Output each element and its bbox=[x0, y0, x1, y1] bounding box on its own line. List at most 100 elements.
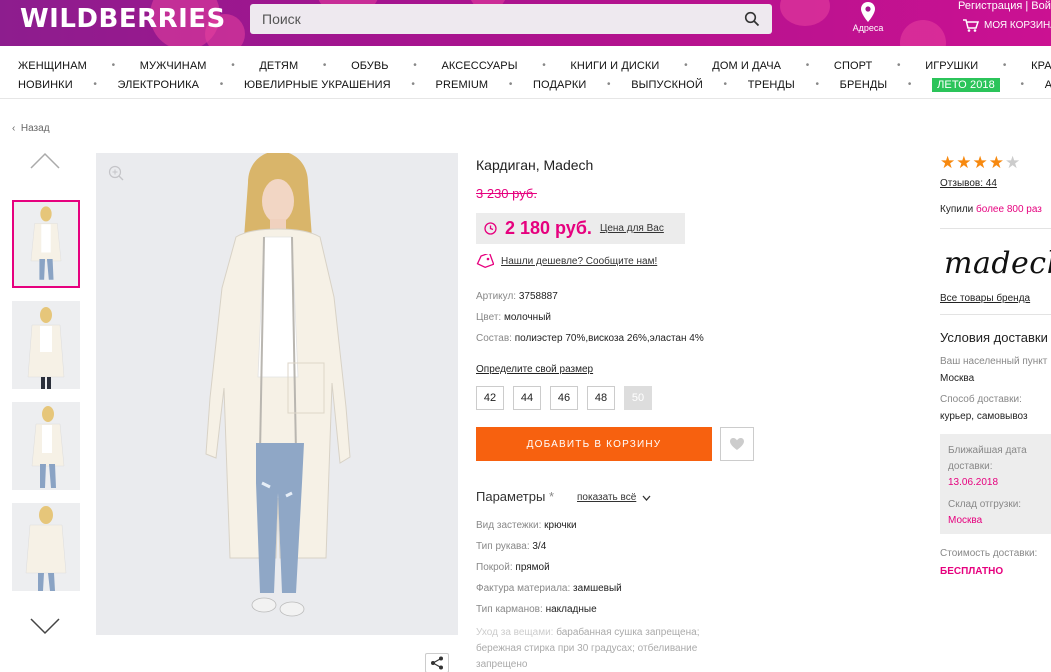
param-key: Вид застежки: bbox=[476, 520, 542, 531]
spec-value: полиэстер 70%,вискоза 26%,эластан 4% bbox=[514, 333, 704, 344]
nav-item[interactable]: ЛЕТО 2018 bbox=[932, 77, 1000, 92]
brand-logo[interactable]: madech bbox=[944, 246, 1051, 281]
params-asterisk: * bbox=[548, 489, 554, 504]
nav-item[interactable]: АКЦИ bbox=[1045, 79, 1051, 91]
site-logo[interactable]: WILDBERRIES bbox=[20, 4, 226, 34]
size-option[interactable]: 48 bbox=[587, 386, 615, 410]
tag-icon bbox=[476, 254, 494, 268]
spec-value: 3758887 bbox=[518, 291, 558, 302]
back-link[interactable]: ‹ Назад bbox=[12, 123, 50, 134]
size-option[interactable]: 46 bbox=[550, 386, 578, 410]
heart-icon bbox=[730, 438, 744, 450]
nav-item[interactable]: КНИГИ И ДИСКИ bbox=[570, 60, 659, 72]
search-input[interactable] bbox=[262, 11, 732, 27]
price-box: 2 180 руб. Цена для Вас bbox=[476, 213, 685, 244]
size-option[interactable]: 42 bbox=[476, 386, 504, 410]
nav-item[interactable]: НОВИНКИ bbox=[18, 79, 73, 91]
nav-item[interactable]: ДОМ И ДАЧА bbox=[712, 60, 781, 72]
warehouse-value: Москва bbox=[948, 515, 983, 526]
found-cheaper-label: Нашли дешевле? Сообщите нам! bbox=[501, 255, 658, 267]
address-label: Адреса bbox=[852, 23, 884, 33]
nav-row-secondary: НОВИНКИ • ЭЛЕКТРОНИКА • ЮВЕЛИРНЫЕ УКРАШЕНИЯ •… bbox=[0, 75, 1051, 94]
spec-article: Артикул: 3758887 bbox=[476, 291, 558, 302]
spec-key: Состав: bbox=[476, 333, 512, 344]
param-value: замшевый bbox=[573, 583, 622, 594]
clock-icon bbox=[484, 222, 497, 235]
bought-link[interactable]: более 800 раз bbox=[976, 204, 1042, 215]
thumbnail-4[interactable] bbox=[12, 503, 80, 591]
rating-stars: ★ ★ ★ ★ ★ bbox=[940, 154, 1020, 172]
header-decoration bbox=[780, 0, 830, 26]
nav-separator: • bbox=[815, 79, 819, 90]
nav-separator: • bbox=[111, 60, 116, 71]
nav-separator: • bbox=[93, 79, 97, 90]
nav-separator: • bbox=[897, 60, 901, 71]
locality-value[interactable]: Москва bbox=[940, 373, 974, 384]
star-filled-icon: ★ bbox=[972, 153, 988, 172]
nav-item[interactable]: ЮВЕЛИРНЫЕ УКРАШЕНИЯ bbox=[244, 79, 391, 91]
size-guide-link[interactable]: Определите свой размер bbox=[476, 364, 593, 375]
params-heading: Параметры * bbox=[476, 489, 554, 504]
search-icon[interactable] bbox=[744, 11, 760, 27]
thumbnails-down-arrow-icon[interactable] bbox=[30, 617, 60, 637]
location-pin-icon bbox=[861, 2, 875, 22]
nav-item[interactable]: ТРЕНДЫ bbox=[748, 79, 795, 91]
favorite-button[interactable] bbox=[720, 427, 754, 461]
nav-item[interactable]: КРАСОТ bbox=[1031, 60, 1051, 72]
care-instructions: Уход за вещами: барабанная сушка запреще… bbox=[476, 625, 726, 672]
thumbnail-image bbox=[12, 402, 80, 490]
divider bbox=[940, 314, 1051, 315]
show-all-params-link[interactable]: показать всё bbox=[577, 492, 651, 503]
add-to-cart-button[interactable]: ДОБАВИТЬ В КОРЗИНУ bbox=[476, 427, 712, 461]
param-value: прямой bbox=[515, 562, 550, 573]
nav-item[interactable]: ЭЛЕКТРОНИКА bbox=[118, 79, 200, 91]
nav-item[interactable]: PREMIUM bbox=[436, 79, 489, 91]
param-key: Тип рукава: bbox=[476, 541, 530, 552]
thumbnail-2[interactable] bbox=[12, 301, 80, 389]
cart-label: МОЯ КОРЗИНА bbox=[984, 20, 1051, 31]
nav-item[interactable]: ИГРУШКИ bbox=[925, 60, 978, 72]
zoom-icon[interactable] bbox=[108, 165, 124, 181]
product-photo[interactable] bbox=[96, 153, 458, 635]
nav-item[interactable]: МУЖЧИНАМ bbox=[140, 60, 207, 72]
price-label-link[interactable]: Цена для Вас bbox=[600, 223, 664, 234]
cart-link[interactable]: МОЯ КОРЗИНА bbox=[963, 19, 1051, 32]
share-button[interactable] bbox=[425, 653, 449, 672]
nav-item[interactable]: ДЕТЯМ bbox=[259, 60, 298, 72]
size-option[interactable]: 44 bbox=[513, 386, 541, 410]
header-decoration bbox=[900, 20, 946, 46]
nav-item[interactable]: ВЫПУСКНОЙ bbox=[631, 79, 703, 91]
brand-products-link[interactable]: Все товары бренда bbox=[940, 293, 1030, 304]
star-filled-icon: ★ bbox=[956, 153, 972, 172]
nav-item[interactable]: БРЕНДЫ bbox=[840, 79, 888, 91]
thumbnail-3[interactable] bbox=[12, 402, 80, 490]
nav-separator: • bbox=[231, 60, 235, 71]
thumbnail-1[interactable] bbox=[12, 200, 80, 288]
params-title: Параметры bbox=[476, 489, 546, 504]
nav-item[interactable]: ПОДАРКИ bbox=[533, 79, 586, 91]
nav-item[interactable]: АКСЕССУАРЫ bbox=[441, 60, 517, 72]
size-option-unavailable: 50 bbox=[624, 386, 652, 410]
nav-separator: • bbox=[1020, 79, 1025, 90]
nav-item[interactable]: СПОРТ bbox=[834, 60, 872, 72]
current-price: 2 180 руб. bbox=[505, 218, 592, 238]
nav-separator: • bbox=[322, 60, 327, 71]
param-key: Покрой: bbox=[476, 562, 513, 573]
nav-separator: • bbox=[542, 60, 546, 71]
found-cheaper-link[interactable]: Нашли дешевле? Сообщите нам! bbox=[476, 254, 657, 268]
auth-links[interactable]: Регистрация | Войт bbox=[958, 0, 1051, 12]
delivery-method-value: курьер, самовывоз bbox=[940, 411, 1028, 422]
nav-separator: • bbox=[1002, 60, 1007, 71]
param-key: Фактура материала: bbox=[476, 583, 571, 594]
spec-key: Артикул: bbox=[476, 291, 517, 302]
nav-item[interactable]: ЖЕНЩИНАМ bbox=[18, 60, 87, 72]
address-button[interactable]: Адреса bbox=[846, 2, 890, 33]
star-empty-icon: ★ bbox=[1005, 153, 1021, 172]
thumbnails-up-arrow-icon[interactable] bbox=[30, 150, 60, 170]
product-title: Кардиган, Madech bbox=[476, 157, 594, 173]
param-value: 3/4 bbox=[532, 541, 547, 552]
bought-count: Купили более 800 раз bbox=[940, 204, 1042, 215]
param-value: накладные bbox=[545, 604, 597, 615]
reviews-link[interactable]: Отзывов: 44 bbox=[940, 178, 997, 189]
nav-item[interactable]: ОБУВЬ bbox=[351, 60, 389, 72]
